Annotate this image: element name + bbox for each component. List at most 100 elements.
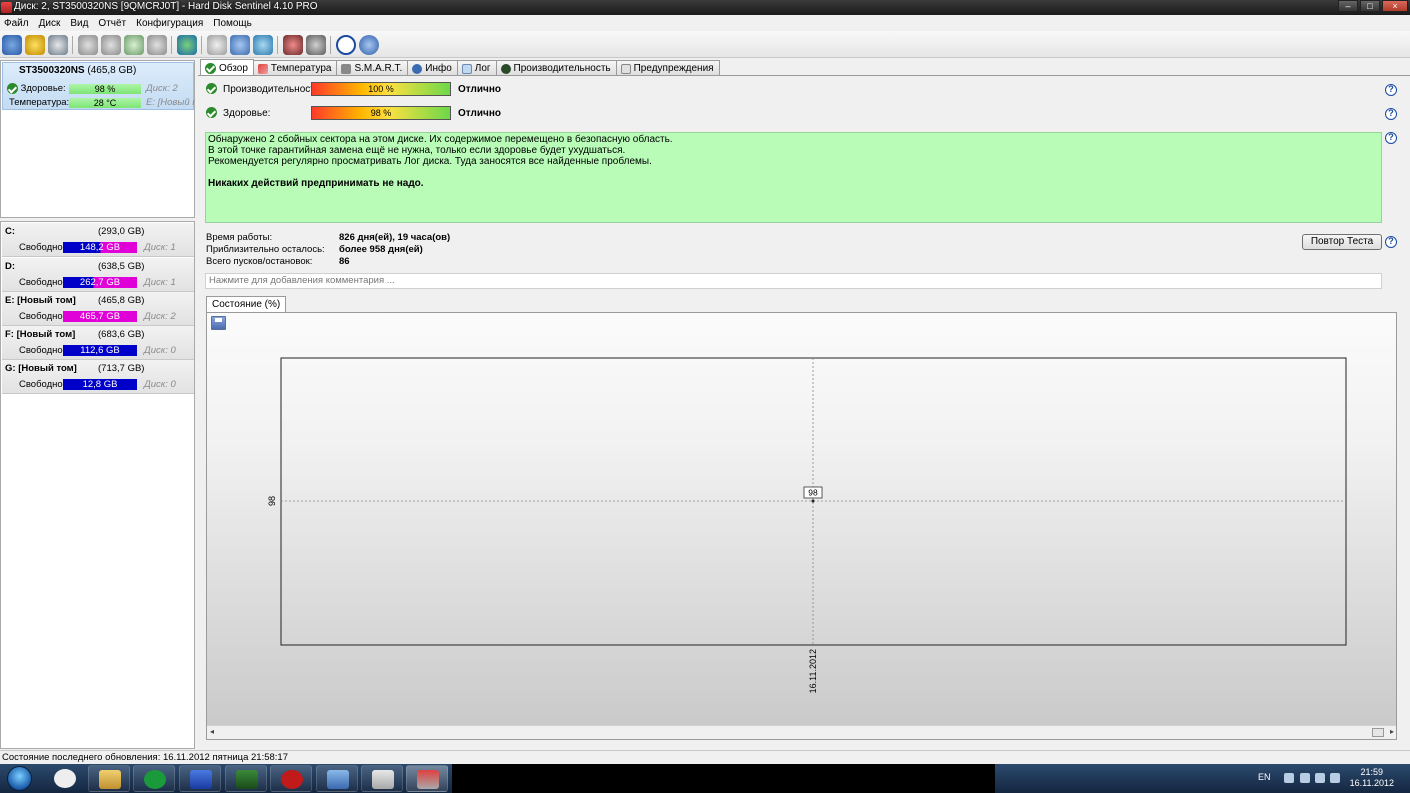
menu-report[interactable]: Отчёт <box>98 18 134 29</box>
data-label: 98 <box>808 488 818 498</box>
retest-button[interactable]: Повтор Теста <box>1302 234 1382 250</box>
status-message[interactable]: Обнаружено 2 сбойных сектора на этом дис… <box>205 132 1382 223</box>
tab-overview[interactable]: Обзор <box>200 59 254 76</box>
volume-disk: Диск: 0 <box>144 345 176 356</box>
alert-icon[interactable] <box>25 35 45 55</box>
start-stop-label: Всего пусков/остановок: <box>206 256 313 267</box>
disk-name: ST3500320NS <box>19 65 85 76</box>
volume-disk: Диск: 2 <box>144 311 176 322</box>
volume-item[interactable]: G: [Новый том] (713,7 GB) Свободно 12,8 … <box>2 360 194 394</box>
volume-size: (293,0 GB) <box>98 226 145 237</box>
health-status: Отлично <box>458 108 501 119</box>
volume-name: C: <box>5 226 16 237</box>
performance-help-icon[interactable]: ? <box>1385 84 1397 96</box>
tool2-icon[interactable] <box>101 35 121 55</box>
volume-name: E: [Новый том] <box>5 295 76 306</box>
disk-icon[interactable] <box>48 35 68 55</box>
disk-temp-label: Температура: <box>9 97 70 108</box>
overview-panel: Производительность: 100 % Отлично ? Здор… <box>198 75 1410 748</box>
volume-item[interactable]: C: (293,0 GB) Свободно 148,2 GB Диск: 1 <box>2 223 194 257</box>
free-label: Свободно <box>19 345 63 356</box>
tab-health-chart[interactable]: Состояние (%) <box>206 296 287 312</box>
app-icon <box>417 770 439 789</box>
menu-view[interactable]: Вид <box>70 18 96 29</box>
free-label: Свободно <box>19 242 63 253</box>
taskbar-app-4[interactable] <box>179 765 221 792</box>
taskbar-explorer[interactable] <box>88 765 130 792</box>
health-help-icon[interactable]: ? <box>1385 108 1397 120</box>
tray-app-icon[interactable] <box>1300 773 1310 783</box>
volume-icon[interactable] <box>1330 773 1340 783</box>
health-chart-frame: 98 16.11.2012 98 ◂ ▸ <box>206 312 1397 740</box>
taskbar-app-5[interactable] <box>225 765 267 792</box>
gauge-icon <box>500 63 511 74</box>
monitor-icon[interactable] <box>283 35 303 55</box>
disk-volume: E: [Новый то <box>146 97 194 108</box>
network-icon[interactable] <box>253 35 273 55</box>
retest-help-icon[interactable]: ? <box>1385 236 1397 248</box>
scroll-left-icon[interactable]: ◂ <box>210 727 214 736</box>
document-icon[interactable] <box>207 35 227 55</box>
tool4-icon[interactable] <box>147 35 167 55</box>
app-icon <box>327 770 349 789</box>
volume-disk: Диск: 0 <box>144 379 176 390</box>
tab-performance[interactable]: Производительность <box>495 60 617 76</box>
taskbar-app-1[interactable] <box>44 765 86 792</box>
clock[interactable]: 21:59 16.11.2012 <box>1350 767 1394 789</box>
tray-arrow-icon[interactable] <box>1284 773 1294 783</box>
data-point <box>811 499 815 503</box>
tool3-icon[interactable] <box>124 35 144 55</box>
tab-info[interactable]: Инфо <box>407 60 458 76</box>
tool1-icon[interactable] <box>78 35 98 55</box>
menu-help[interactable]: Помощь <box>213 18 260 29</box>
volume-item[interactable]: D: (638,5 GB) Свободно 262,7 GB Диск: 1 <box>2 258 194 292</box>
performance-ok-icon <box>206 83 217 94</box>
volume-disk: Диск: 1 <box>144 277 176 288</box>
sync-icon[interactable] <box>230 35 250 55</box>
uptime-label: Время работы: <box>206 232 273 243</box>
network-icon[interactable] <box>1315 773 1325 783</box>
start-button[interactable] <box>2 764 38 793</box>
tab-temperature[interactable]: Температура <box>252 60 338 76</box>
taskbar-app-8[interactable] <box>361 765 403 792</box>
disk-card[interactable]: ST3500320NS (465,8 GB) Здоровье: 98 % Ди… <box>2 62 194 110</box>
help-icon[interactable] <box>336 35 356 55</box>
tab-log[interactable]: Лог <box>456 60 497 76</box>
taskbar-app-7[interactable] <box>316 765 358 792</box>
comment-input[interactable]: Нажмите для добавления комментария ... <box>205 273 1382 289</box>
chart-scrollbar[interactable]: ◂ ▸ <box>207 725 1396 739</box>
refresh-icon[interactable] <box>2 35 22 55</box>
warnings-icon <box>620 63 631 74</box>
health-chart: 98 16.11.2012 98 <box>267 357 1347 693</box>
taskbar-mail[interactable] <box>133 765 175 792</box>
performance-status: Отлично <box>458 84 501 95</box>
menu-config[interactable]: Конфигурация <box>136 18 211 29</box>
globe-icon[interactable] <box>177 35 197 55</box>
volume-item[interactable]: F: [Новый том] (683,6 GB) Свободно 112,6… <box>2 326 194 360</box>
free-space-bar: 12,8 GB <box>63 379 137 390</box>
tab-warnings[interactable]: Предупреждения <box>615 60 720 76</box>
message-help-icon[interactable]: ? <box>1385 132 1397 144</box>
free-label: Свободно <box>19 379 63 390</box>
taskbar-app-6[interactable] <box>270 765 312 792</box>
taskbar-hdsentinel[interactable] <box>406 765 448 792</box>
menu-disk[interactable]: Диск <box>39 18 69 29</box>
maximize-button[interactable]: □ <box>1360 0 1380 12</box>
app-icon <box>372 770 394 789</box>
tab-smart[interactable]: S.M.A.R.T. <box>336 60 409 76</box>
disk-temp-bar: 28 °C <box>69 98 141 108</box>
window-title: Диск: 2, ST3500320NS [9QMCRJ0T] - Hard D… <box>14 1 318 12</box>
volume-item[interactable]: E: [Новый том] (465,8 GB) Свободно 465,7… <box>2 292 194 326</box>
check-icon <box>205 62 216 74</box>
info-icon[interactable] <box>359 35 379 55</box>
scroll-right-icon[interactable]: ▸ <box>1390 727 1394 736</box>
disk-health-label: Здоровье: <box>20 83 66 95</box>
minimize-button[interactable]: – <box>1338 0 1358 12</box>
menu-file[interactable]: Файл <box>4 18 37 29</box>
message-line: Рекомендуется регулярно просматривать Ло… <box>208 156 652 167</box>
close-button[interactable]: × <box>1382 0 1408 12</box>
speaker-icon[interactable] <box>306 35 326 55</box>
scroll-thumb[interactable] <box>1372 728 1384 737</box>
language-indicator[interactable]: EN <box>1258 772 1271 782</box>
clock-time: 21:59 <box>1360 767 1384 777</box>
